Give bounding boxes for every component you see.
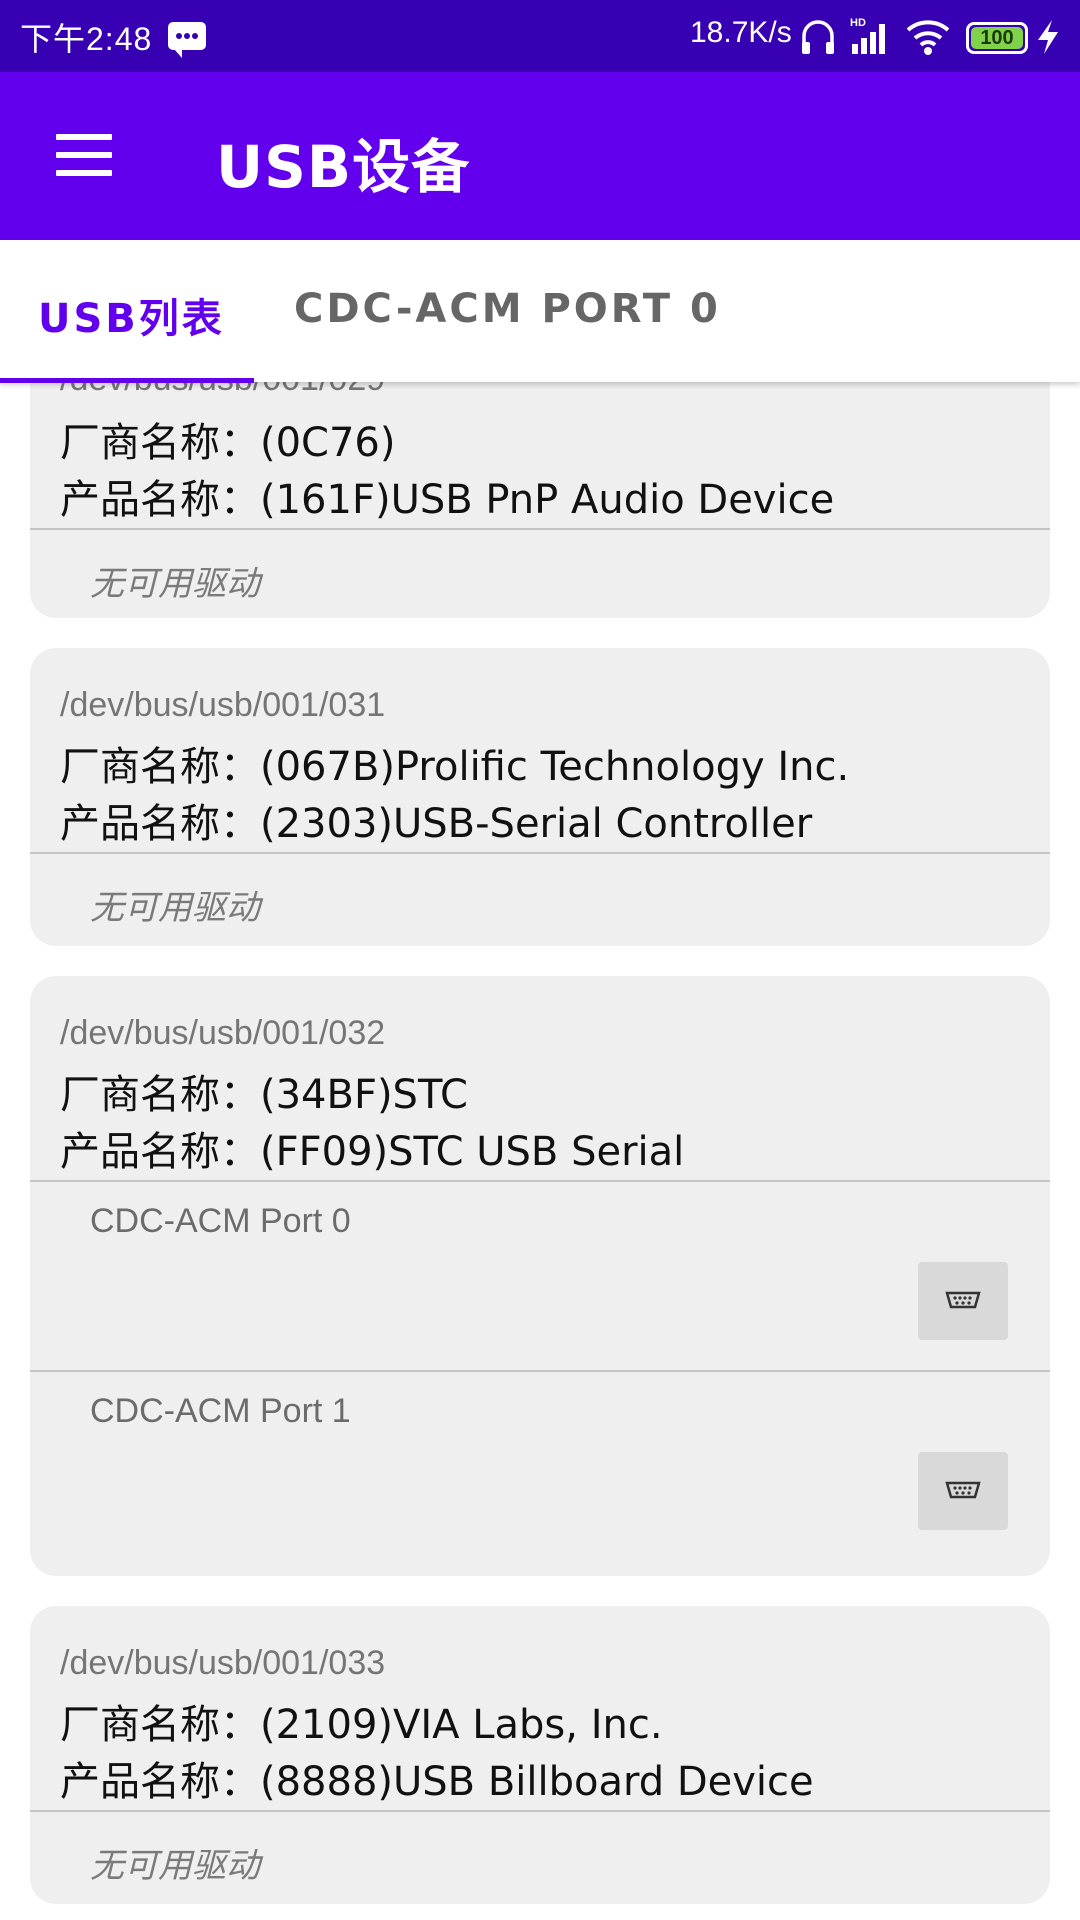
no-driver-text: 无可用驱动 [90,564,260,604]
signal-icon: HD [850,17,885,54]
tab-indicator [0,378,254,383]
no-driver-text: 无可用驱动 [90,1846,260,1886]
device-card: /dev/bus/usb/001/029 厂商名称：(0C76) 产品名称：(1… [30,382,1050,618]
svg-text:HD: HD [850,17,866,29]
headphones-icon [802,20,834,54]
product-name: 产品名称：(2303)USB-Serial Controller [60,801,813,847]
serial-port-icon [945,1481,981,1499]
divider [30,1370,1050,1372]
device-path: /dev/bus/usb/001/031 [60,686,386,724]
device-list[interactable]: /dev/bus/usb/001/029 厂商名称：(0C76) 产品名称：(1… [0,382,1080,1920]
wifi-icon [906,20,950,55]
divider [30,1180,1050,1182]
serial-port-icon [945,1291,981,1309]
charging-icon [1038,20,1058,54]
divider [30,852,1050,854]
battery-icon: 100 [966,22,1028,54]
battery-level: 100 [980,27,1014,49]
device-card: /dev/bus/usb/001/033 厂商名称：(2109)VIA Labs… [30,1606,1050,1904]
status-bar: 下午2:48 18.7K/s HD 100 [0,0,1080,72]
tab-bar: USB列表 CDC-ACM PORT 0 [0,240,1080,383]
vendor-name: 厂商名称：(067B)Prolific Technology Inc. [60,744,850,790]
product-name: 产品名称：(161F)USB PnP Audio Device [60,477,835,523]
device-card: /dev/bus/usb/001/031 厂商名称：(067B)Prolific… [30,648,1050,946]
tab-cdc-acm-port-0[interactable]: CDC-ACM PORT 0 [294,286,721,332]
status-time: 下午2:48 [20,21,153,57]
port-label: CDC-ACM Port 1 [90,1392,351,1430]
no-driver-text: 无可用驱动 [90,888,260,928]
vendor-name: 厂商名称：(34BF)STC [60,1072,468,1118]
product-name: 产品名称：(FF09)STC USB Serial [60,1129,685,1175]
vendor-name: 厂商名称：(0C76) [60,420,396,466]
page-title: USB设备 [216,133,471,201]
status-icons: HD 100 [800,12,1070,60]
open-port-0-button[interactable] [918,1262,1008,1340]
device-card: /dev/bus/usb/001/032 厂商名称：(34BF)STC 产品名称… [30,976,1050,1576]
divider [30,1810,1050,1812]
port-label: CDC-ACM Port 0 [90,1202,351,1240]
product-name: 产品名称：(8888)USB Billboard Device [60,1759,814,1805]
menu-icon[interactable] [56,134,112,176]
net-speed: 18.7K/s [690,16,792,49]
device-path: /dev/bus/usb/001/033 [60,1644,386,1682]
device-path: /dev/bus/usb/001/032 [60,1014,386,1052]
tab-usb-list[interactable]: USB列表 [38,286,225,344]
divider [30,528,1050,530]
device-path: /dev/bus/usb/001/029 [60,382,385,399]
app-bar: USB设备 [0,72,1080,240]
vendor-name: 厂商名称：(2109)VIA Labs, Inc. [60,1702,663,1748]
open-port-1-button[interactable] [918,1452,1008,1530]
chat-icon [168,22,206,58]
